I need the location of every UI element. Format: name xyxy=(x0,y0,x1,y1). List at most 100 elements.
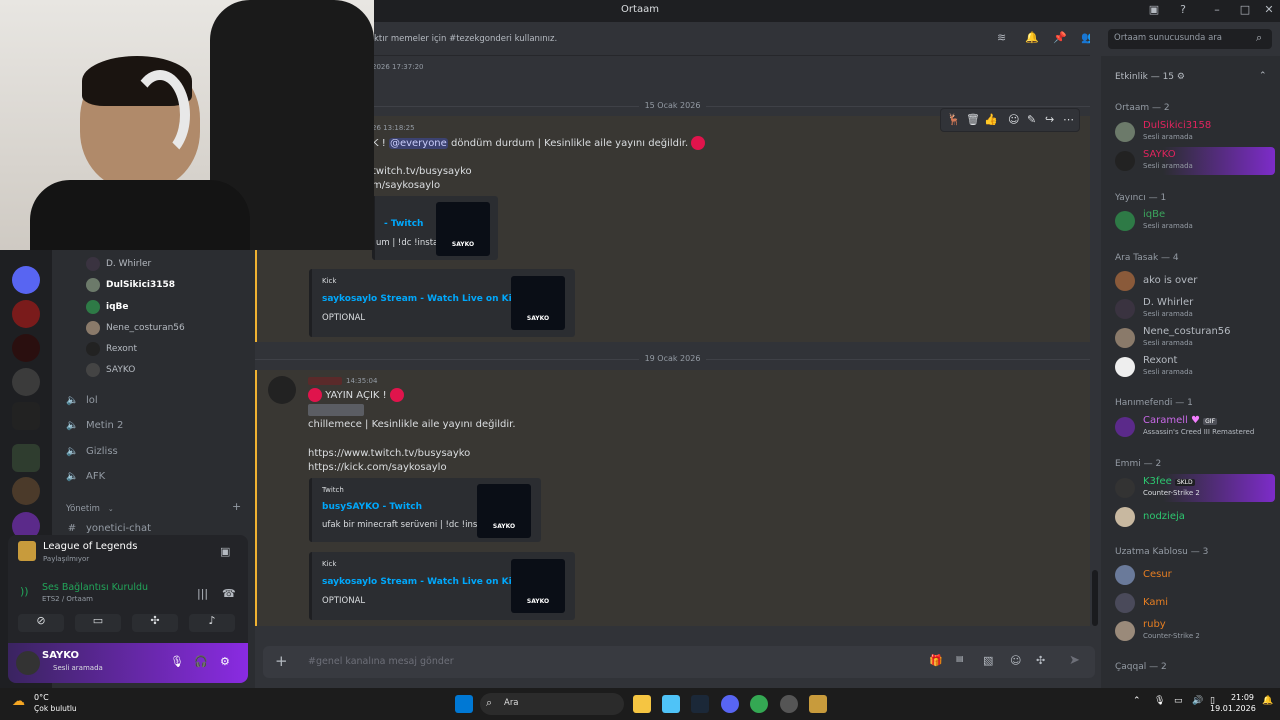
taskbar-search[interactable]: ⌕ Ara xyxy=(480,693,624,715)
trash-icon[interactable]: 🗑 xyxy=(966,113,980,126)
server-folder[interactable] xyxy=(12,444,40,472)
apps-icon[interactable]: ✣ xyxy=(1036,654,1045,667)
chevron-up-icon[interactable]: ⌃ xyxy=(1259,71,1267,81)
gif-icon[interactable]: ▤ xyxy=(956,654,964,663)
sticker-icon[interactable]: ▧ xyxy=(983,654,993,667)
more-icon[interactable]: ⋯ xyxy=(1063,113,1074,126)
network-icon[interactable]: ▭ xyxy=(1174,696,1183,706)
weather-icon[interactable]: ☁ xyxy=(12,694,25,709)
server-icon[interactable] xyxy=(12,334,40,362)
start-button[interactable] xyxy=(455,695,473,713)
voice-user[interactable]: DulSikici3158 xyxy=(86,275,175,295)
screen-share-button[interactable]: ▭ xyxy=(75,614,121,632)
notification-icon[interactable]: 🔔 xyxy=(1262,696,1273,706)
member-item[interactable]: SAYKO Sesli aramada xyxy=(1115,147,1275,175)
server-icon[interactable] xyxy=(12,477,40,505)
emoji-icon[interactable]: ☺ xyxy=(1010,654,1021,667)
soundboard-button[interactable]: ♪ xyxy=(189,614,235,632)
embed-thumbnail[interactable]: SAYKO xyxy=(436,202,490,256)
kick-link[interactable]: https://kick.com/saykosaylo xyxy=(308,462,447,473)
voice-user[interactable]: Rexont xyxy=(86,339,137,359)
member-item[interactable]: ako is over xyxy=(1115,267,1275,295)
camera-off-button[interactable]: ⊘ xyxy=(18,614,64,632)
member-item[interactable]: Rexont Sesli aramada xyxy=(1115,353,1275,381)
author-name[interactable] xyxy=(308,377,342,385)
member-item[interactable]: ruby Counter-Strike 2 xyxy=(1115,617,1275,645)
embed-title[interactable]: saykosaylo Stream - Watch Live on Kick xyxy=(322,294,523,304)
member-item[interactable]: Cesur xyxy=(1115,561,1275,589)
user-profile-bar[interactable]: SAYKO Sesli aramada 🎙 🎧 ⚙ xyxy=(8,643,248,683)
voice-channel[interactable]: 🔈 Gizliss xyxy=(66,440,118,462)
discord-icon[interactable] xyxy=(721,695,739,713)
member-item[interactable]: Nene_costuran56 Sesli aramada xyxy=(1115,324,1275,352)
voice-connection-status[interactable]: Ses Bağlantısı Kuruldu xyxy=(42,582,148,593)
voice-channel[interactable]: 🔈 AFK xyxy=(66,465,105,487)
member-item[interactable]: DulSikici3158 Sesli aramada xyxy=(1115,118,1275,146)
screen-share-icon[interactable]: ▣ xyxy=(220,545,230,558)
voice-connection-location[interactable]: ETS2 / Ortaam xyxy=(42,595,93,603)
obs-icon[interactable] xyxy=(780,695,798,713)
headphones-icon[interactable]: 🎧 xyxy=(194,655,208,668)
microphone-icon[interactable]: 🎙 xyxy=(170,655,184,668)
maximize-button[interactable]: □ xyxy=(1238,3,1252,17)
voice-user[interactable]: Nene_costuran56 xyxy=(86,318,185,338)
send-icon[interactable]: ➤ xyxy=(1069,653,1080,668)
voice-user[interactable]: D. Whirler xyxy=(86,254,151,274)
file-explorer-icon[interactable] xyxy=(633,695,651,713)
pin-icon[interactable]: 📌 xyxy=(1053,31,1067,44)
member-item[interactable]: Kami xyxy=(1115,589,1275,617)
forward-icon[interactable]: ↪ xyxy=(1045,113,1054,126)
scrollbar-thumb[interactable] xyxy=(1092,570,1098,626)
clock-date[interactable]: 19.01.2026 xyxy=(1210,704,1256,713)
channel-topic[interactable]: ktır memeler için #tezekgonderi kullanın… xyxy=(374,34,557,44)
twitch-link[interactable]: https://www.twitch.tv/busysayko xyxy=(308,448,470,459)
everyone-mention[interactable]: @everyone xyxy=(388,138,448,149)
embed-thumbnail[interactable]: SAYKO xyxy=(477,484,531,538)
voice-channel[interactable]: 🔈 Metin 2 xyxy=(66,414,123,436)
disconnect-icon[interactable]: ☎ xyxy=(222,587,236,600)
volume-icon[interactable]: 🔊 xyxy=(1192,696,1203,706)
bell-icon[interactable]: 🔔 xyxy=(1025,31,1039,44)
edit-icon[interactable]: ✎ xyxy=(1027,113,1036,126)
embed-title[interactable]: busySAYKO - Twitch xyxy=(322,502,422,512)
kick-link[interactable]: m/saykosaylo xyxy=(372,180,440,191)
server-icon[interactable] xyxy=(12,300,40,328)
spoiler-block[interactable] xyxy=(308,404,364,416)
avatar[interactable] xyxy=(268,376,296,404)
threads-icon[interactable]: ≋ xyxy=(997,31,1006,44)
weather-temp[interactable]: 0°C xyxy=(34,693,49,702)
activity-header[interactable]: Etkinlik — 15 ⚙ xyxy=(1115,72,1185,82)
notepad-icon[interactable] xyxy=(662,695,680,713)
member-item[interactable]: D. Whirler Sesli aramada xyxy=(1115,295,1275,323)
noise-icon[interactable]: ||| xyxy=(197,587,208,600)
microphone-icon[interactable]: 🎙 xyxy=(1154,696,1165,706)
add-channel-icon[interactable]: + xyxy=(232,500,241,513)
server-icon[interactable] xyxy=(12,266,40,294)
search-input[interactable]: Ortaam sunucusunda ara ⌕ xyxy=(1108,29,1272,49)
add-attachment-icon[interactable]: + xyxy=(275,652,288,670)
emoji-icon[interactable]: ☺ xyxy=(1008,113,1019,126)
clock-time[interactable]: 21:09 xyxy=(1226,693,1254,702)
server-folder[interactable] xyxy=(12,402,40,430)
gear-icon[interactable]: ⚙ xyxy=(220,655,230,668)
chrome-icon[interactable] xyxy=(750,695,768,713)
embed-title[interactable]: saykosaylo Stream - Watch Live on Kick xyxy=(322,577,523,587)
help-icon[interactable]: ? xyxy=(1176,3,1190,17)
member-item[interactable]: K3fee SKLD Counter-Strike 2 xyxy=(1115,474,1275,502)
close-button[interactable]: ✕ xyxy=(1262,3,1276,17)
minimize-button[interactable]: – xyxy=(1210,3,1224,17)
server-icon[interactable] xyxy=(12,368,40,396)
voice-channel[interactable]: 🔈 lol xyxy=(66,389,98,411)
message-input[interactable]: #genel kanalına mesaj gönder xyxy=(308,656,454,667)
chevron-up-icon[interactable]: ⌃ xyxy=(1133,696,1141,706)
gift-icon[interactable]: 🎁 xyxy=(929,654,943,667)
inbox-icon[interactable]: ▣ xyxy=(1147,3,1161,17)
weather-text[interactable]: Çok bulutlu xyxy=(34,704,77,713)
embed-thumbnail[interactable]: SAYKO xyxy=(511,559,565,613)
member-item[interactable]: iqBe Sesli aramada xyxy=(1115,207,1275,235)
steam-icon[interactable] xyxy=(691,695,709,713)
voice-user[interactable]: SAYKO xyxy=(86,360,135,380)
member-item[interactable]: Caramell ♥ GIF Assassin's Creed III Remas… xyxy=(1115,413,1275,441)
embed-title[interactable]: - Twitch xyxy=(384,219,423,229)
lol-icon[interactable] xyxy=(809,695,827,713)
